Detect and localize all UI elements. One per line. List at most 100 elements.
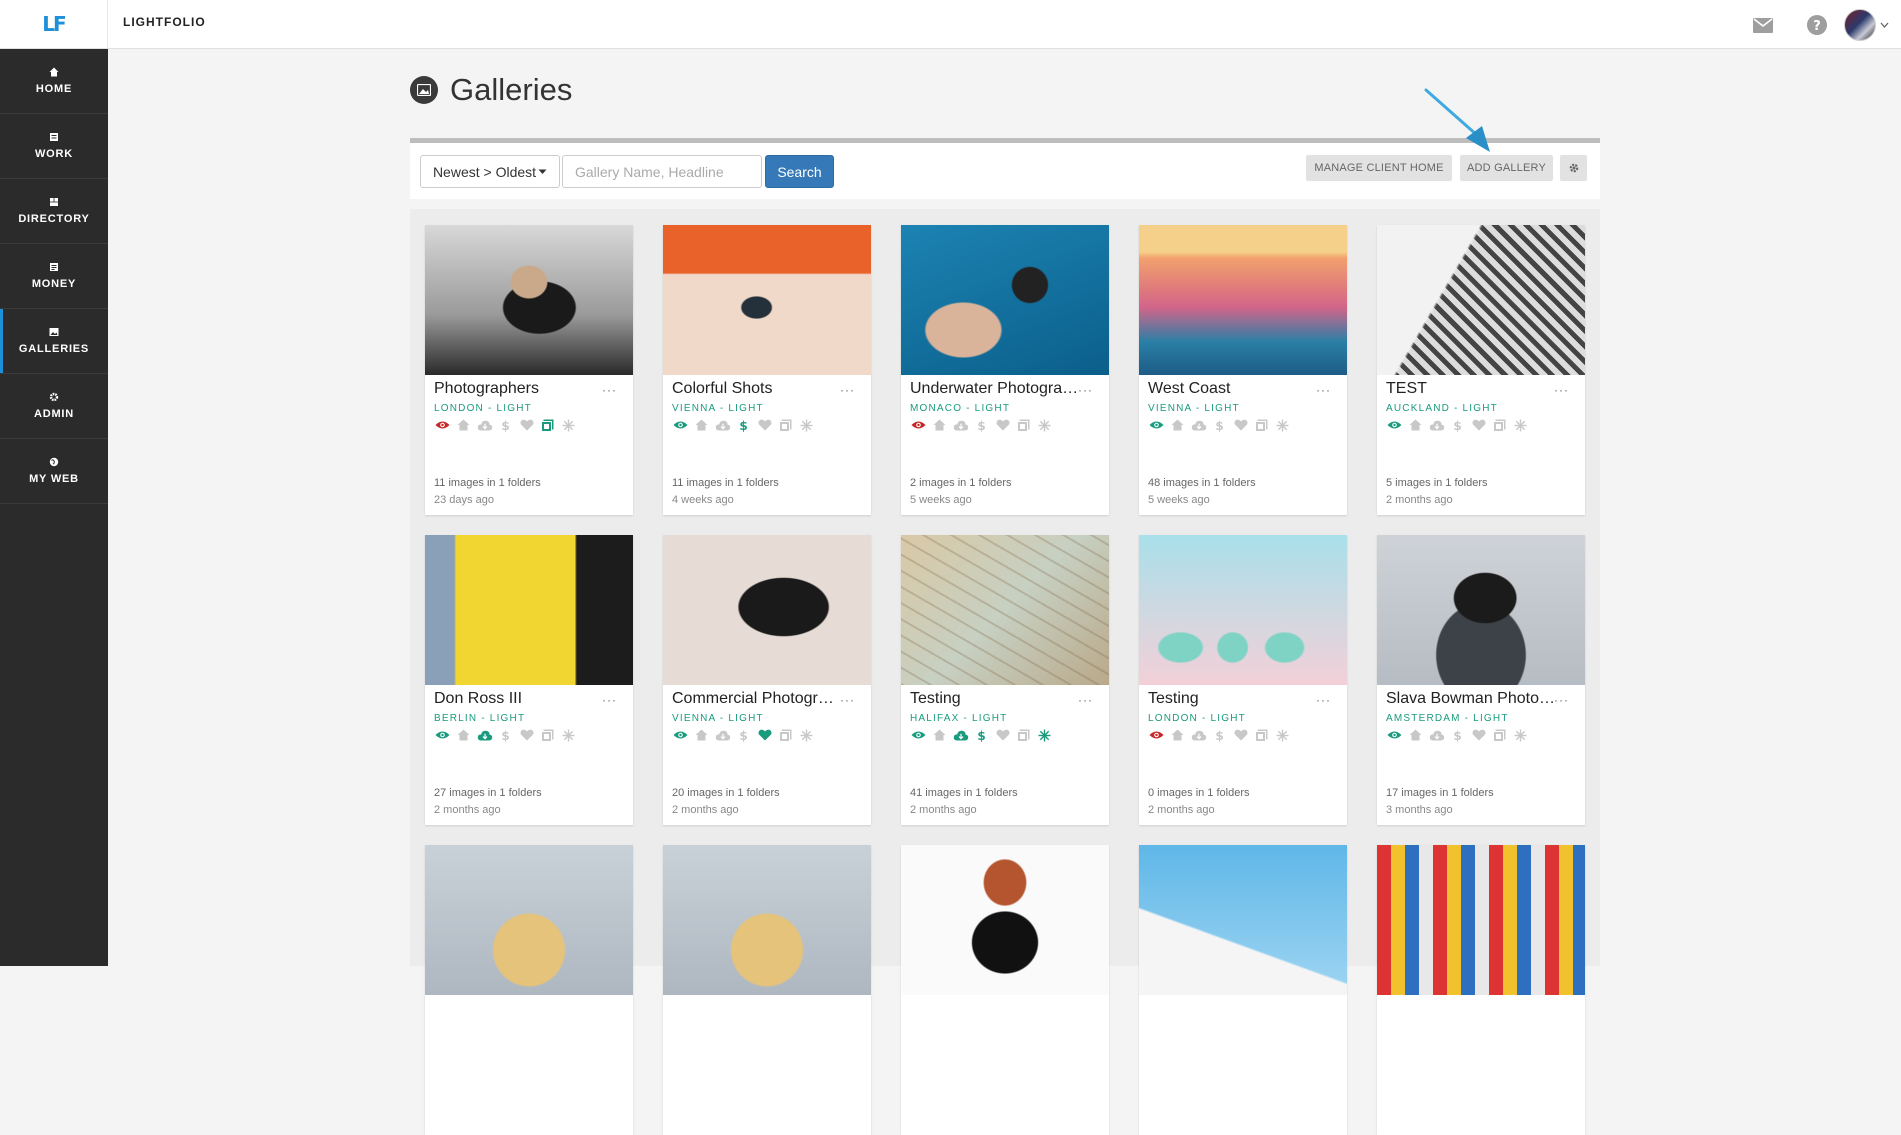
eye-icon[interactable] (1386, 418, 1403, 432)
cloud-download-icon[interactable] (1190, 418, 1207, 432)
gallery-card[interactable] (1377, 845, 1585, 1135)
gallery-card[interactable] (1139, 845, 1347, 1135)
gallery-title[interactable]: TEST (1386, 380, 1556, 398)
gallery-card[interactable]: Slava Bowman Photography··· AMSTERDAM - L… (1377, 535, 1585, 825)
folders-icon[interactable] (1491, 728, 1508, 742)
home-icon[interactable] (1407, 728, 1424, 742)
sidebar-item-work[interactable]: WORK (0, 114, 108, 179)
settings-button[interactable] (1560, 155, 1587, 181)
dollar-icon[interactable]: $ (735, 418, 752, 432)
heart-icon[interactable] (756, 728, 773, 742)
gallery-card[interactable]: Underwater Photography ··· MONACO - LIGHT $… (901, 225, 1109, 515)
eye-icon[interactable] (434, 418, 451, 432)
more-options-icon[interactable]: ··· (1078, 383, 1093, 397)
gallery-thumbnail[interactable] (663, 845, 871, 995)
dollar-icon[interactable]: $ (497, 728, 514, 742)
more-options-icon[interactable]: ··· (840, 383, 855, 397)
gallery-title[interactable]: Commercial Photography (672, 690, 842, 708)
more-options-icon[interactable]: ··· (1316, 693, 1331, 707)
gallery-card[interactable]: Testing ··· LONDON - LIGHT $0 images in 1 f… (1139, 535, 1347, 825)
heart-icon[interactable] (1470, 728, 1487, 742)
home-icon[interactable] (1169, 418, 1186, 432)
mail-icon[interactable] (1736, 10, 1790, 40)
cloud-download-icon[interactable] (1428, 418, 1445, 432)
search-input[interactable] (562, 155, 762, 188)
snowflake-icon[interactable] (1036, 418, 1053, 432)
gallery-card[interactable]: Colorful Shots ··· VIENNA - LIGHT $11 image… (663, 225, 871, 515)
heart-icon[interactable] (518, 418, 535, 432)
heart-icon[interactable] (1232, 418, 1249, 432)
sidebar-item-home[interactable]: HOME (0, 49, 108, 114)
dollar-icon[interactable]: $ (1449, 418, 1466, 432)
gallery-title[interactable]: Underwater Photography (910, 380, 1080, 398)
eye-icon[interactable] (1386, 728, 1403, 742)
gallery-thumbnail[interactable] (663, 225, 871, 375)
gallery-thumbnail[interactable] (663, 535, 871, 685)
sidebar-item-galleries[interactable]: GALLERIES (0, 309, 108, 374)
dollar-icon[interactable]: $ (973, 728, 990, 742)
gallery-title[interactable]: West Coast (1148, 380, 1318, 398)
gallery-thumbnail[interactable] (1139, 845, 1347, 995)
gallery-card[interactable]: TEST ··· AUCKLAND - LIGHT $5 images in 1 fo… (1377, 225, 1585, 515)
manage-client-home-button[interactable]: MANAGE CLIENT HOME (1306, 155, 1452, 181)
gallery-thumbnail[interactable] (1377, 225, 1585, 375)
more-options-icon[interactable]: ··· (1554, 383, 1569, 397)
gallery-thumbnail[interactable] (1139, 535, 1347, 685)
gallery-thumbnail[interactable] (1377, 535, 1585, 685)
gallery-thumbnail[interactable] (901, 225, 1109, 375)
cloud-download-icon[interactable] (714, 418, 731, 432)
home-icon[interactable] (931, 418, 948, 432)
eye-icon[interactable] (1148, 418, 1165, 432)
heart-icon[interactable] (1470, 418, 1487, 432)
eye-icon[interactable] (434, 728, 451, 742)
snowflake-icon[interactable] (560, 728, 577, 742)
eye-icon[interactable] (910, 728, 927, 742)
search-button[interactable]: Search (765, 155, 834, 188)
more-options-icon[interactable]: ··· (840, 693, 855, 707)
gallery-thumbnail[interactable] (901, 535, 1109, 685)
gallery-thumbnail[interactable] (425, 845, 633, 995)
more-options-icon[interactable]: ··· (1554, 693, 1569, 707)
gallery-card[interactable] (425, 845, 633, 1135)
gallery-thumbnail[interactable] (1377, 845, 1585, 995)
gallery-card[interactable]: West Coast ··· VIENNA - LIGHT $48 images in… (1139, 225, 1347, 515)
eye-icon[interactable] (672, 728, 689, 742)
folders-icon[interactable] (1253, 418, 1270, 432)
heart-icon[interactable] (756, 418, 773, 432)
heart-icon[interactable] (1232, 728, 1249, 742)
add-gallery-button[interactable]: ADD GALLERY (1460, 155, 1553, 181)
folders-icon[interactable] (1015, 728, 1032, 742)
gallery-thumbnail[interactable] (425, 535, 633, 685)
help-icon[interactable]: ? (1790, 10, 1844, 40)
avatar[interactable] (1844, 9, 1876, 41)
cloud-download-icon[interactable] (476, 418, 493, 432)
gallery-card[interactable]: Photographers ··· LONDON - LIGHT $11 images… (425, 225, 633, 515)
gallery-title[interactable]: Don Ross III (434, 690, 604, 708)
home-icon[interactable] (1169, 728, 1186, 742)
folders-icon[interactable] (539, 728, 556, 742)
gallery-title[interactable]: Testing (1148, 690, 1318, 708)
snowflake-icon[interactable] (798, 728, 815, 742)
gallery-card[interactable]: Don Ross III ··· BERLIN - LIGHT $27 images … (425, 535, 633, 825)
folders-icon[interactable] (1015, 418, 1032, 432)
gallery-card[interactable]: Testing ··· HALIFAX - LIGHT $41 images in 1… (901, 535, 1109, 825)
gallery-title[interactable]: Photographers (434, 380, 604, 398)
eye-icon[interactable] (672, 418, 689, 432)
sort-dropdown[interactable]: Newest > Oldest (420, 155, 560, 188)
eye-icon[interactable] (1148, 728, 1165, 742)
more-options-icon[interactable]: ··· (1078, 693, 1093, 707)
gallery-thumbnail[interactable] (901, 845, 1109, 995)
home-icon[interactable] (693, 418, 710, 432)
cloud-download-icon[interactable] (714, 728, 731, 742)
sidebar-item-my-web[interactable]: MY WEB (0, 439, 108, 504)
dollar-icon[interactable]: $ (735, 728, 752, 742)
folders-icon[interactable] (777, 728, 794, 742)
dollar-icon[interactable]: $ (1211, 418, 1228, 432)
heart-icon[interactable] (518, 728, 535, 742)
sidebar-item-admin[interactable]: ADMIN (0, 374, 108, 439)
cloud-download-icon[interactable] (476, 728, 493, 742)
cloud-download-icon[interactable] (952, 418, 969, 432)
snowflake-icon[interactable] (560, 418, 577, 432)
dollar-icon[interactable]: $ (973, 418, 990, 432)
gallery-thumbnail[interactable] (1139, 225, 1347, 375)
